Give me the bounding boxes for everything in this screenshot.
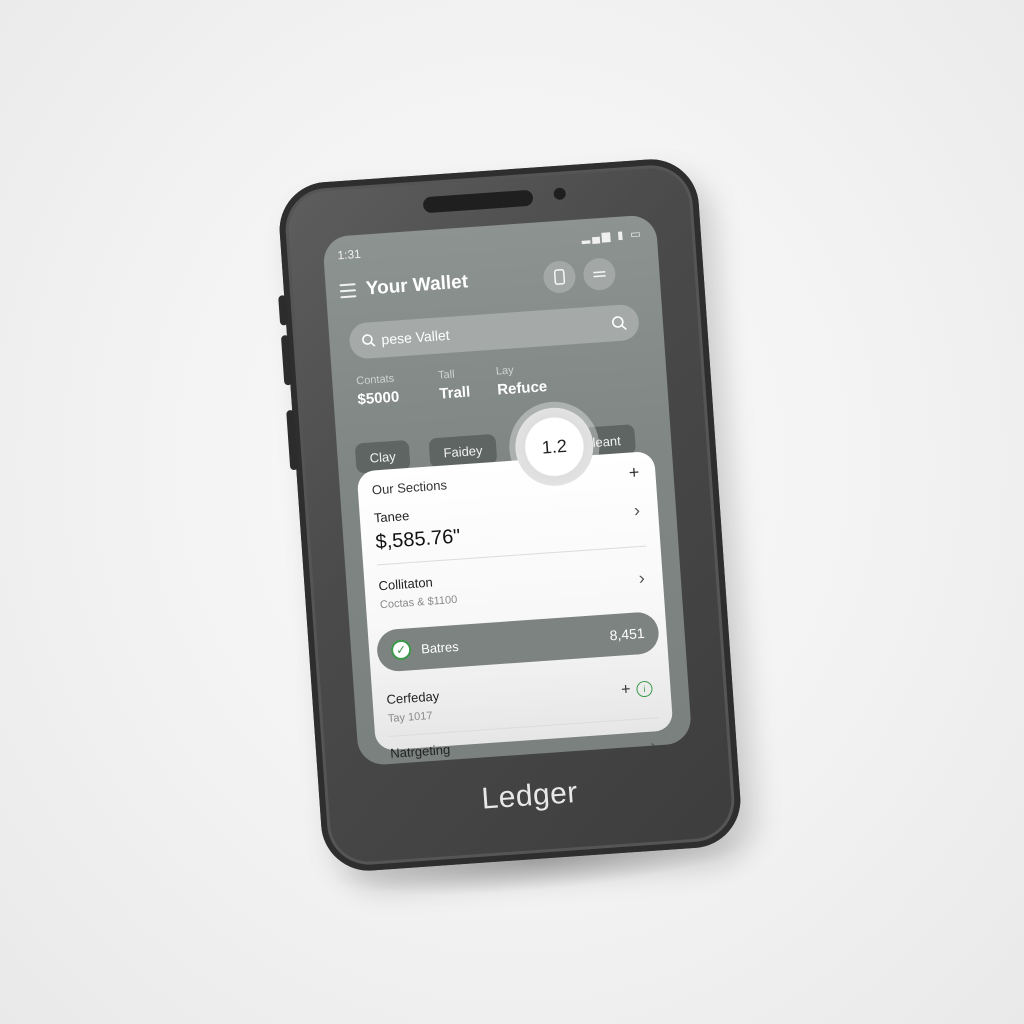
brand-logo: Ledger — [480, 775, 579, 816]
speaker-grille — [422, 189, 534, 214]
stat-label: Lay — [495, 364, 515, 378]
screen: 1:31 ▂▄▆ ▮ ▭ Your Wallet Contats $5000 — [322, 214, 693, 767]
stat-value: Refuce — [496, 378, 548, 399]
status-time: 1:31 — [336, 246, 362, 263]
front-camera — [553, 187, 567, 201]
list-item-collation[interactable]: Collitaton Coctas & $1100 › — [378, 560, 650, 611]
search-bar — [348, 303, 641, 360]
card-title: Our Sections — [371, 477, 448, 498]
status-icons: ▂▄▆ ▮ ▭ — [581, 228, 644, 245]
app-header: Your Wallet — [339, 255, 647, 310]
checkmark-icon: ✓ — [390, 639, 412, 661]
list-item-cerfeday[interactable]: Cerfeday Tay 1017 + i — [386, 673, 658, 725]
stat-value: $5000 — [357, 388, 400, 409]
side-button-top[interactable] — [278, 295, 289, 326]
row-controls: + i — [621, 680, 654, 700]
side-button-volume-down[interactable] — [286, 409, 299, 471]
info-circle-icon[interactable]: i — [635, 680, 654, 698]
stats-row: Contats $5000 Tall Trall Lay Refuce — [356, 355, 645, 421]
page-title: Your Wallet — [365, 271, 469, 300]
search-input[interactable] — [380, 315, 612, 348]
sections-card: Our Sections + Tanee $,585.76" › Collita… — [356, 450, 674, 766]
plus-icon[interactable]: + — [621, 681, 632, 700]
balance-row[interactable]: Tanee $,585.76" › — [373, 492, 645, 555]
pill-value: 8,451 — [609, 624, 646, 644]
stat-lay[interactable]: Lay Refuce — [496, 362, 548, 398]
stat-label: Contats — [355, 372, 395, 388]
add-section-button[interactable]: + — [628, 462, 640, 484]
pill-label: Batres — [420, 638, 460, 657]
hamburger-menu-icon[interactable] — [339, 283, 357, 299]
menu-icon[interactable] — [582, 257, 617, 292]
side-button-volume-up[interactable] — [280, 334, 293, 386]
search-submit-icon[interactable] — [610, 314, 627, 331]
batres-pill[interactable]: ✓ Batres 8,451 — [375, 610, 660, 673]
stat-contats[interactable]: Contats $5000 — [356, 373, 400, 409]
stat-value: Trall — [438, 383, 471, 403]
phone-icon[interactable] — [542, 259, 577, 295]
stat-tall[interactable]: Tall Trall — [438, 368, 471, 403]
stat-label: Tall — [437, 368, 456, 382]
search-icon — [362, 334, 376, 347]
phone-device: 1:31 ▂▄▆ ▮ ▭ Your Wallet Contats $5000 — [276, 156, 744, 874]
